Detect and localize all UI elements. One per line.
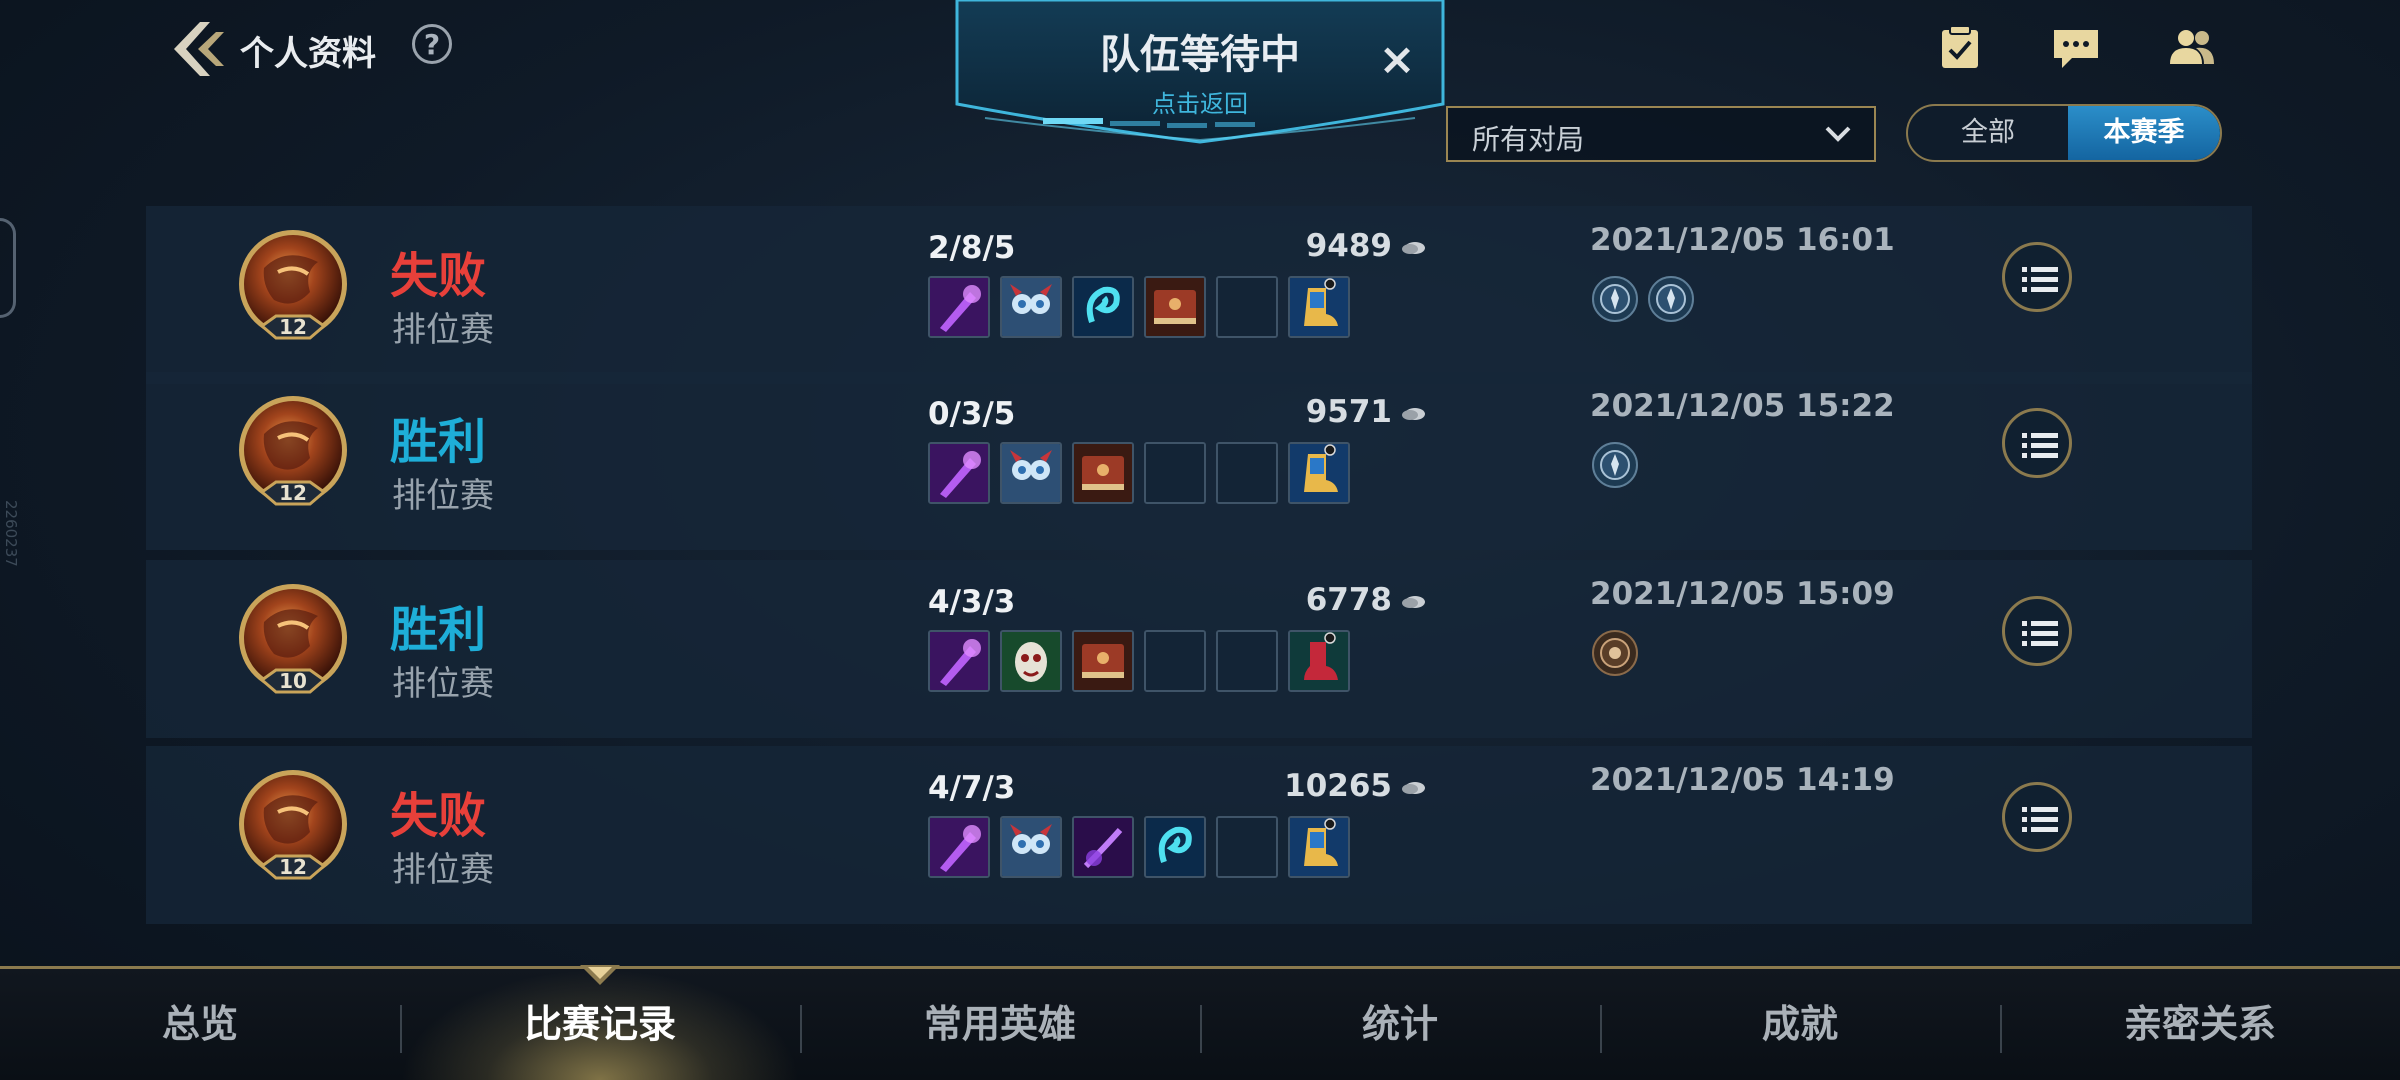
gold-coin-icon (1402, 595, 1425, 608)
task-checklist-icon[interactable] (1934, 24, 1986, 72)
match-mode: 排位赛 (392, 476, 494, 516)
friends-icon[interactable] (2166, 24, 2218, 72)
achievement-badge-icon[interactable] (1590, 628, 1640, 678)
hero-avatar: 12 (234, 394, 352, 512)
match-mode: 排位赛 (392, 664, 494, 704)
side-drawer-handle[interactable] (0, 218, 16, 318)
match-result: 胜利 (390, 602, 487, 658)
item-slot-empty[interactable] (1144, 630, 1206, 692)
item-slot-gold-boots[interactable] (1288, 276, 1350, 338)
list-icon (2022, 433, 2058, 458)
season-toggle: 全部 本赛季 (1906, 104, 2222, 162)
item-slot-blue-spirit[interactable] (1072, 276, 1134, 338)
tab-relationships[interactable]: 亲密关系 (2000, 969, 2400, 1080)
match-mode: 排位赛 (392, 310, 494, 350)
match-date: 2021/12/05 15:22 (1590, 388, 1895, 424)
chevron-down-icon (1825, 126, 1851, 142)
segment-this-season[interactable]: 本赛季 (2068, 106, 2220, 160)
side-id-text: 2260237 (2, 500, 20, 567)
achievement-badge-icon[interactable] (1646, 274, 1696, 324)
gold-coin-icon (1402, 407, 1425, 420)
gold-coin-icon (1402, 241, 1425, 254)
match-result: 失败 (390, 248, 487, 304)
banner-title: 队伍等待中 (1100, 32, 1300, 78)
item-slot-owl-mask[interactable] (1000, 442, 1062, 504)
help-button[interactable]: ? (412, 24, 452, 64)
item-slot-empty[interactable] (1216, 816, 1278, 878)
tab-overview[interactable]: 总览 (0, 969, 400, 1080)
banner-close-button[interactable]: × (1375, 38, 1419, 82)
item-slot-blue-spirit[interactable] (1144, 816, 1206, 878)
page-title: 个人资料 (240, 34, 376, 74)
item-slot-owl-mask[interactable] (1000, 816, 1062, 878)
gold-earned: 9489 (1156, 228, 1426, 264)
gold-coin-icon (1402, 781, 1425, 794)
hero-level: 12 (279, 481, 307, 505)
hero-level: 12 (279, 315, 307, 339)
item-slot-purple-staff[interactable] (928, 276, 990, 338)
item-slot-owl-mask[interactable] (1000, 276, 1062, 338)
gold-earned: 9571 (1156, 394, 1426, 430)
item-slot-red-book[interactable] (1072, 442, 1134, 504)
back-button[interactable] (170, 18, 228, 80)
list-icon (2022, 267, 2058, 292)
top-bar: 个人资料 ? 队伍等待中 点击返回 × 所有对局 全部 本赛季 (0, 0, 2400, 180)
achievement-badge-icon[interactable] (1590, 440, 1640, 490)
segment-all[interactable]: 全部 (1908, 106, 2068, 160)
item-slot-green-mask[interactable] (1000, 630, 1062, 692)
match-filter-dropdown[interactable]: 所有对局 (1446, 106, 1876, 162)
tab-common-heroes[interactable]: 常用英雄 (800, 969, 1200, 1080)
match-detail-button[interactable] (2002, 782, 2072, 852)
kda-score: 2/8/5 (928, 230, 1016, 266)
list-icon (2022, 807, 2058, 832)
item-slot-red-boots[interactable] (1288, 630, 1350, 692)
item-slot-red-book[interactable] (1144, 276, 1206, 338)
item-slot-empty[interactable] (1216, 276, 1278, 338)
item-slot-empty[interactable] (1216, 442, 1278, 504)
match-row[interactable]: 10 胜利 排位赛 4/3/3 6778 2021/12/05 15:09 (146, 560, 2252, 738)
list-icon (2022, 621, 2058, 646)
chat-icon[interactable] (2050, 24, 2102, 72)
tab-achievements[interactable]: 成就 (1600, 969, 2000, 1080)
match-detail-button[interactable] (2002, 596, 2072, 666)
match-date: 2021/12/05 15:09 (1590, 576, 1895, 612)
match-date: 2021/12/05 14:19 (1590, 762, 1895, 798)
bottom-nav: 总览 比赛记录 常用英雄 统计 成就 亲密关系 (0, 965, 2400, 1080)
filter-selected-value: 所有对局 (1472, 123, 1585, 156)
achievement-badge-icon[interactable] (1590, 274, 1640, 324)
queue-banner[interactable]: 队伍等待中 点击返回 × (955, 0, 1445, 145)
match-row[interactable]: 12 胜利 排位赛 0/3/5 9571 2021/12/05 15:22 (146, 372, 2252, 550)
kda-score: 4/3/3 (928, 584, 1016, 620)
hero-level: 12 (279, 855, 307, 879)
item-slot-gold-boots[interactable] (1288, 816, 1350, 878)
item-slot-purple-staff[interactable] (928, 630, 990, 692)
match-result: 胜利 (390, 414, 487, 470)
match-detail-button[interactable] (2002, 242, 2072, 312)
item-slot-purple-wand[interactable] (1072, 816, 1134, 878)
kda-score: 4/7/3 (928, 770, 1016, 806)
item-slot-purple-staff[interactable] (928, 442, 990, 504)
match-mode: 排位赛 (392, 850, 494, 890)
hero-level: 10 (279, 669, 307, 693)
match-row[interactable]: 12 失败 排位赛 4/7/3 10265 2021/12/05 14:19 (146, 746, 2252, 924)
tab-match-history[interactable]: 比赛记录 (400, 969, 800, 1080)
banner-return-link[interactable]: 点击返回 (955, 84, 1445, 119)
gold-earned: 6778 (1156, 582, 1426, 618)
match-result: 失败 (390, 788, 487, 844)
kda-score: 0/3/5 (928, 396, 1016, 432)
item-slot-red-book[interactable] (1072, 630, 1134, 692)
gold-earned: 10265 (1156, 768, 1426, 804)
match-detail-button[interactable] (2002, 408, 2072, 478)
hero-avatar: 12 (234, 228, 352, 346)
match-date: 2021/12/05 16:01 (1590, 222, 1895, 258)
back-arrow-icon (174, 22, 224, 76)
item-slot-purple-staff[interactable] (928, 816, 990, 878)
hero-avatar: 12 (234, 768, 352, 886)
match-row[interactable]: 12 失败 排位赛 2/8/5 9489 2021/12/05 16:01 (146, 206, 2252, 384)
tab-statistics[interactable]: 统计 (1200, 969, 1600, 1080)
item-slot-gold-boots[interactable] (1288, 442, 1350, 504)
item-slot-empty[interactable] (1144, 442, 1206, 504)
hero-avatar: 10 (234, 582, 352, 700)
item-slot-empty[interactable] (1216, 630, 1278, 692)
